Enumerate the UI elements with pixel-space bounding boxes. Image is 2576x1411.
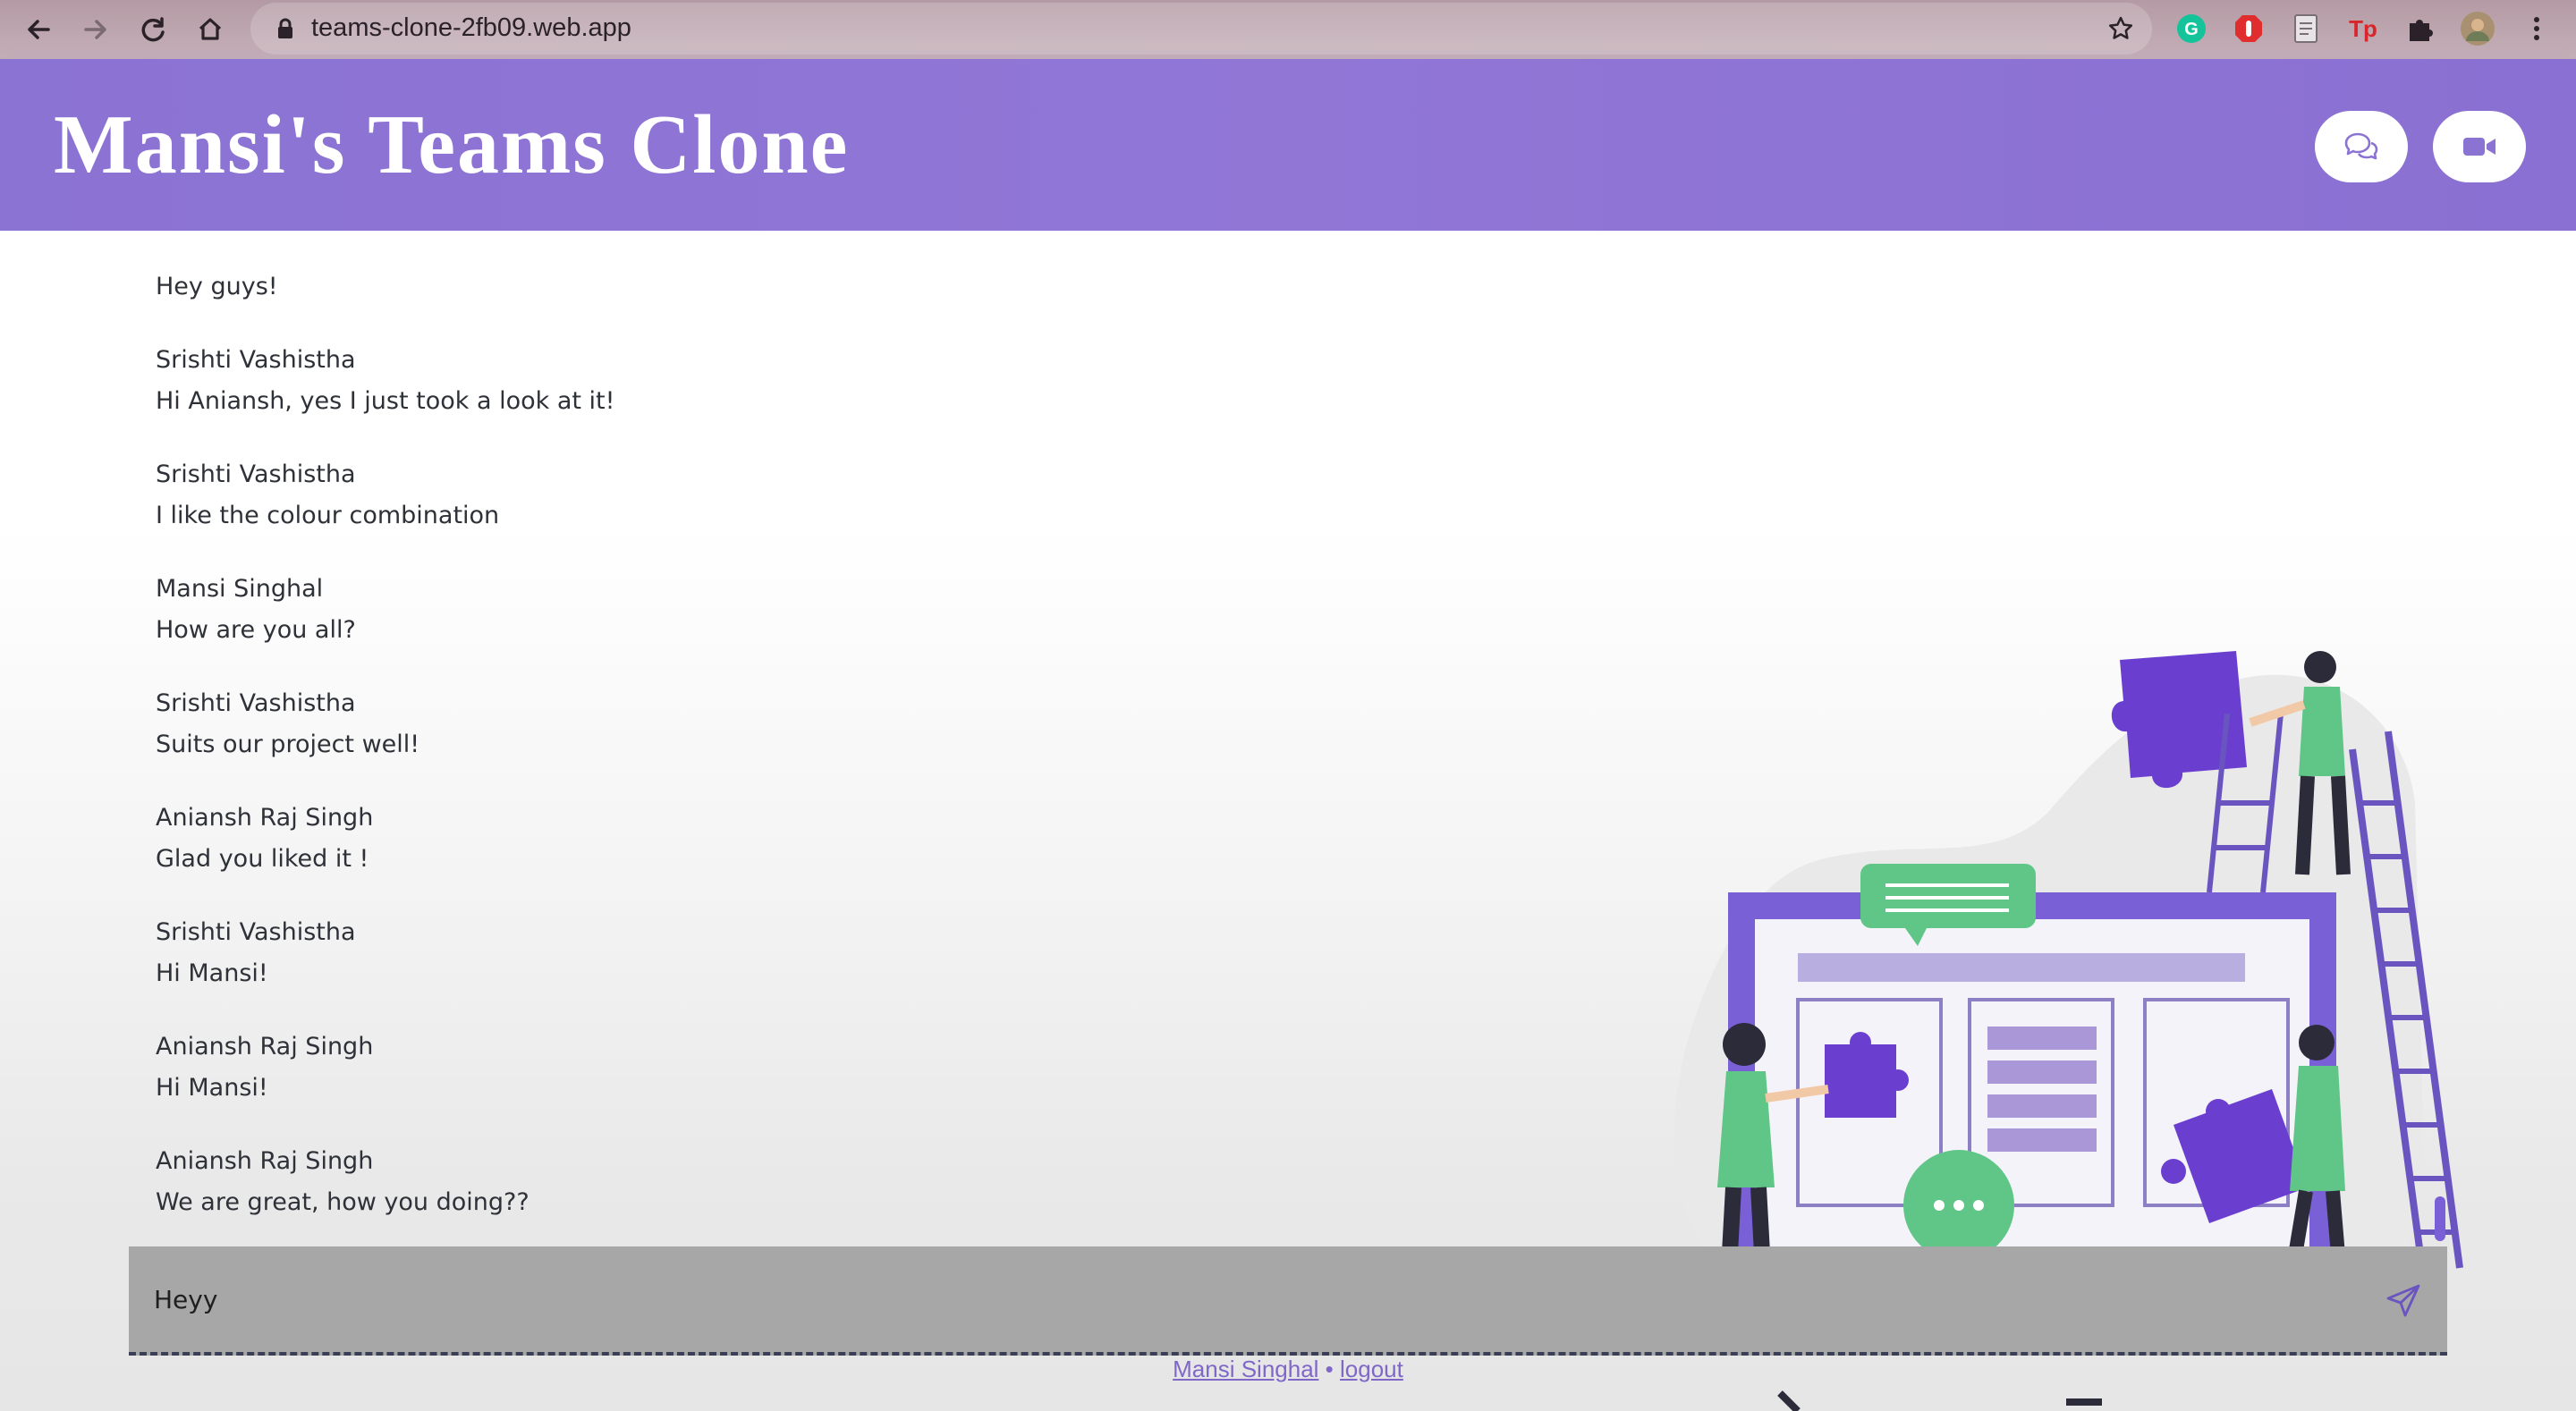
message-sender: Srishti Vashistha — [156, 918, 356, 946]
back-button[interactable] — [16, 7, 61, 52]
message: Mansi Singhal How are you all? — [156, 569, 1408, 651]
address-bar[interactable]: teams-clone-2fb09.web.app — [250, 3, 2152, 55]
message: Srishti Vashistha Hi Aniansh, yes I just… — [156, 340, 1408, 422]
message-text: Suits our project well! — [156, 731, 420, 758]
scrollbar-thumb[interactable] — [2435, 1196, 2445, 1241]
message: Srishti Vashistha Suits our project well… — [156, 683, 1408, 765]
message-text: Hey guys! — [156, 273, 278, 300]
message: Aniansh Raj Singh We are great, how you … — [156, 1141, 1408, 1223]
app-header: Mansi's Teams Clone — [0, 59, 2576, 231]
message-sender: Aniansh Raj Singh — [156, 1147, 374, 1175]
back-arrow-icon — [28, 20, 50, 39]
message-text: Hi Aniansh, yes I just took a look at it… — [156, 387, 615, 415]
reader-icon[interactable] — [2288, 11, 2324, 46]
adblock-icon[interactable] — [2231, 11, 2267, 46]
message: Aniansh Raj Singh Hi Mansi! — [156, 1027, 1408, 1109]
message-composer — [129, 1246, 2447, 1356]
message-text: Glad you liked it ! — [156, 845, 369, 873]
svg-text:G: G — [2184, 20, 2199, 39]
send-button[interactable] — [2381, 1279, 2426, 1323]
kebab-menu-icon[interactable] — [2519, 11, 2555, 46]
message-sender: Aniansh Raj Singh — [156, 804, 374, 832]
message-text: We are great, how you doing?? — [156, 1188, 530, 1216]
message-sender: Srishti Vashistha — [156, 346, 356, 374]
footer-user-link[interactable]: Mansi Singhal — [1173, 1356, 1318, 1382]
chat-button[interactable] — [2315, 111, 2408, 182]
bookmark-star-icon[interactable] — [2107, 15, 2134, 42]
message: Aniansh Raj Singh Glad you liked it ! — [156, 798, 1408, 880]
footer: Mansi Singhal • logout — [0, 1356, 2576, 1383]
logout-link[interactable]: logout — [1340, 1356, 1403, 1382]
reload-icon — [141, 17, 165, 42]
grammarly-icon[interactable]: G — [2174, 11, 2209, 46]
message-sender: Srishti Vashistha — [156, 689, 356, 717]
forward-button[interactable] — [73, 7, 118, 52]
message: Hey guys! — [156, 266, 1408, 308]
url-text: teams-clone-2fb09.web.app — [311, 13, 631, 42]
footer-separator: • — [1325, 1356, 1334, 1382]
tp-icon[interactable]: Tp — [2345, 11, 2381, 46]
message-sender: Mansi Singhal — [156, 575, 324, 603]
home-button[interactable] — [188, 7, 233, 52]
forward-arrow-icon — [84, 20, 106, 39]
message-list: Hey guys! Srishti Vashistha Hi Aniansh, … — [156, 266, 1408, 1255]
chat-icon — [2344, 132, 2378, 160]
message-sender: Aniansh Raj Singh — [156, 1033, 374, 1060]
profile-avatar[interactable] — [2460, 11, 2496, 46]
video-call-button[interactable] — [2433, 111, 2526, 182]
message: Srishti Vashistha I like the colour comb… — [156, 454, 1408, 537]
app-title: Mansi's Teams Clone — [54, 98, 850, 191]
message-text: Hi Mansi! — [156, 959, 268, 987]
message-text: I like the colour combination — [156, 502, 500, 529]
video-camera-icon — [2463, 138, 2496, 156]
message-text: Hi Mansi! — [156, 1074, 268, 1102]
message-text: How are you all? — [156, 616, 356, 644]
send-icon — [2386, 1284, 2420, 1317]
lock-icon — [278, 18, 292, 38]
chat-area: Hey guys! Srishti Vashistha Hi Aniansh, … — [0, 231, 2576, 1411]
home-icon — [199, 18, 222, 40]
message: Srishti Vashistha Hi Mansi! — [156, 912, 1408, 994]
puzzle-icon[interactable] — [2402, 11, 2438, 46]
browser-toolbar: teams-clone-2fb09.web.app G Tp — [0, 0, 2576, 59]
message-input[interactable] — [154, 1268, 2336, 1331]
reload-button[interactable] — [131, 7, 175, 52]
message-sender: Srishti Vashistha — [156, 460, 356, 488]
